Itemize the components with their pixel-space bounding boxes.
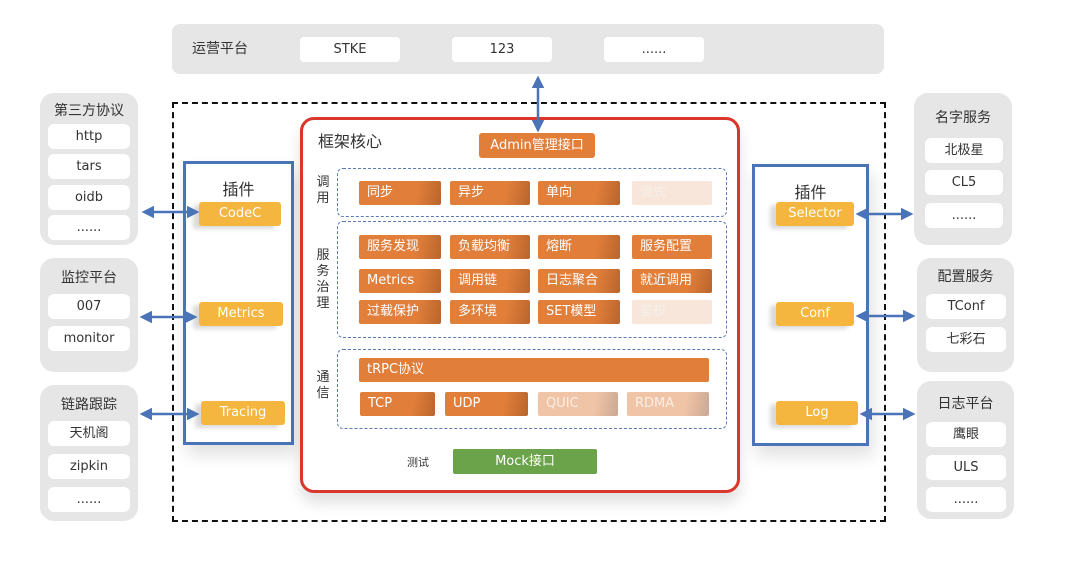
connector-arrows (139, 75, 916, 421)
